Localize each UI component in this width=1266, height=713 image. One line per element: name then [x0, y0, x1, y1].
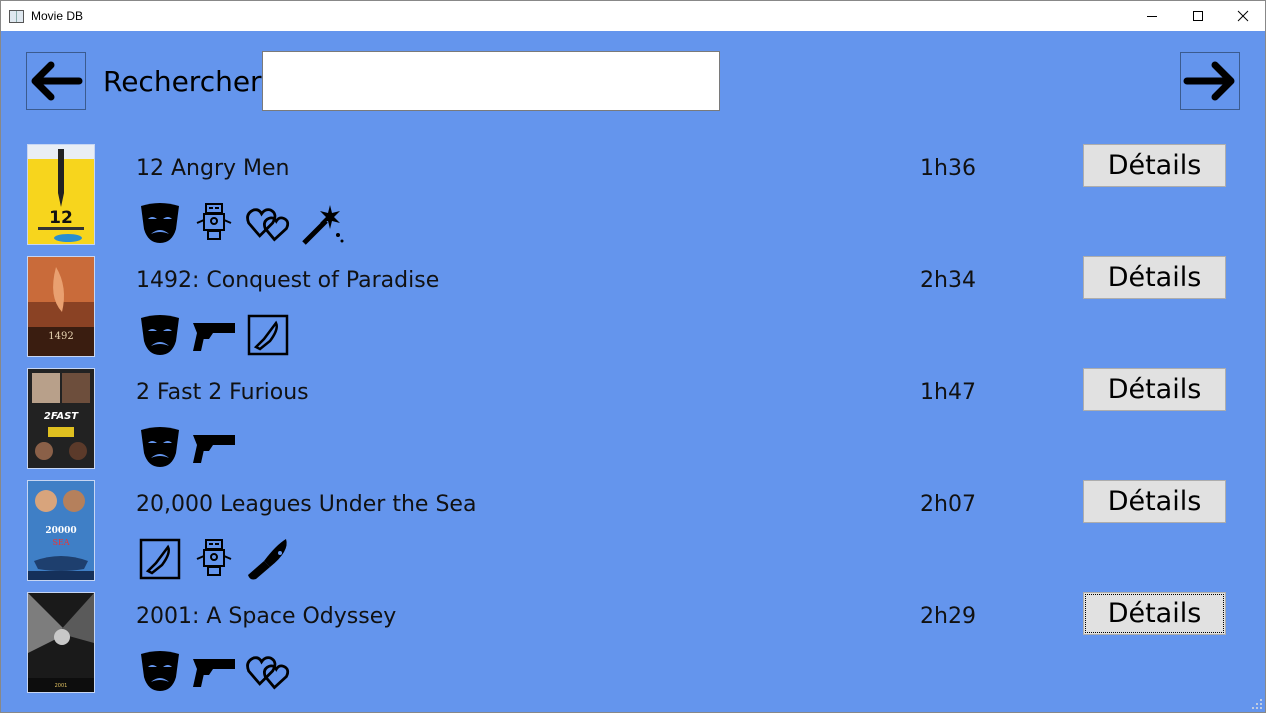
search-label: Rechercher: — [103, 65, 271, 98]
magic-wand-icon — [299, 200, 345, 246]
knife-box-icon — [245, 312, 291, 358]
movie-row: 1492 1492: Conquest of Paradise 2h34 Dét… — [1, 256, 1265, 368]
movie-duration: 2h07 — [920, 492, 976, 517]
title-bar: Movie DB — [1, 1, 1265, 31]
movie-row: 12 12 Angry Men 1h36 Détails — [1, 144, 1265, 256]
robot-icon — [191, 200, 237, 246]
previous-page-button[interactable] — [26, 52, 86, 110]
movie-poster: 12 — [27, 144, 95, 245]
genre-icons — [137, 200, 345, 246]
hearts-icon — [245, 648, 291, 694]
movie-duration: 1h36 — [920, 156, 976, 181]
movie-row: 20000 SEA 20,000 Leagues Under the Sea 2… — [1, 480, 1265, 592]
movie-duration: 2h34 — [920, 268, 976, 293]
arrow-right-icon — [1183, 61, 1235, 101]
movie-row: 2001 2001: A Space Odyssey 2h29 Détails — [1, 592, 1265, 704]
hearts-icon — [245, 200, 291, 246]
svg-text:12: 12 — [49, 208, 73, 228]
details-button[interactable]: Détails — [1083, 144, 1226, 187]
close-button[interactable] — [1220, 1, 1265, 31]
maximize-icon — [1193, 11, 1203, 21]
movie-duration: 1h47 — [920, 380, 976, 405]
movie-row: 2FAST 2 Fast 2 Furious 1h47 Détails — [1, 368, 1265, 480]
movie-poster: 1492 — [27, 256, 95, 357]
svg-text:20000: 20000 — [45, 526, 76, 536]
drama-icon — [137, 424, 183, 470]
window-title: Movie DB — [31, 9, 84, 23]
genre-icons — [137, 648, 291, 694]
details-button[interactable]: Détails — [1083, 480, 1226, 523]
movie-poster: 2001 — [27, 592, 95, 693]
next-page-button[interactable] — [1180, 52, 1240, 110]
movie-title: 2 Fast 2 Furious — [136, 380, 309, 405]
svg-text:1492: 1492 — [48, 331, 73, 342]
movie-title: 1492: Conquest of Paradise — [136, 268, 440, 293]
robot-icon — [191, 536, 237, 582]
drama-icon — [137, 312, 183, 358]
genre-icons — [137, 424, 237, 470]
maximize-button[interactable] — [1175, 1, 1221, 31]
movie-title: 2001: A Space Odyssey — [136, 604, 397, 629]
minimize-button[interactable] — [1129, 1, 1175, 31]
details-button[interactable]: Détails — [1083, 256, 1226, 299]
svg-text:2001: 2001 — [55, 683, 68, 689]
gun-icon — [191, 424, 237, 470]
app-icon — [9, 9, 24, 23]
genre-icons — [137, 312, 291, 358]
gun-icon — [191, 312, 237, 358]
main-content: Rechercher: 12 12 Angry Men 1h36 Détails… — [1, 31, 1265, 712]
movie-title: 12 Angry Men — [136, 156, 290, 181]
svg-text:2FAST: 2FAST — [44, 411, 79, 422]
resize-grip-icon[interactable] — [1251, 698, 1263, 710]
gun-icon — [191, 648, 237, 694]
minimize-icon — [1147, 16, 1157, 17]
close-icon — [1237, 10, 1249, 22]
drama-icon — [137, 200, 183, 246]
details-button[interactable]: Détails — [1083, 368, 1226, 411]
drama-icon — [137, 648, 183, 694]
search-input[interactable] — [262, 51, 720, 111]
app-window: Movie DB Rechercher: 12 12 Angry Men 1h3… — [0, 0, 1266, 713]
movie-poster: 2FAST — [27, 368, 95, 469]
movie-poster: 20000 SEA — [27, 480, 95, 581]
details-button[interactable]: Détails — [1083, 592, 1226, 635]
movie-title: 20,000 Leagues Under the Sea — [136, 492, 477, 517]
svg-text:SEA: SEA — [52, 538, 69, 547]
knife-box-icon — [137, 536, 183, 582]
genre-icons — [137, 536, 291, 582]
movie-duration: 2h29 — [920, 604, 976, 629]
arrow-left-icon — [31, 61, 83, 101]
bloody-knife-icon — [245, 536, 291, 582]
